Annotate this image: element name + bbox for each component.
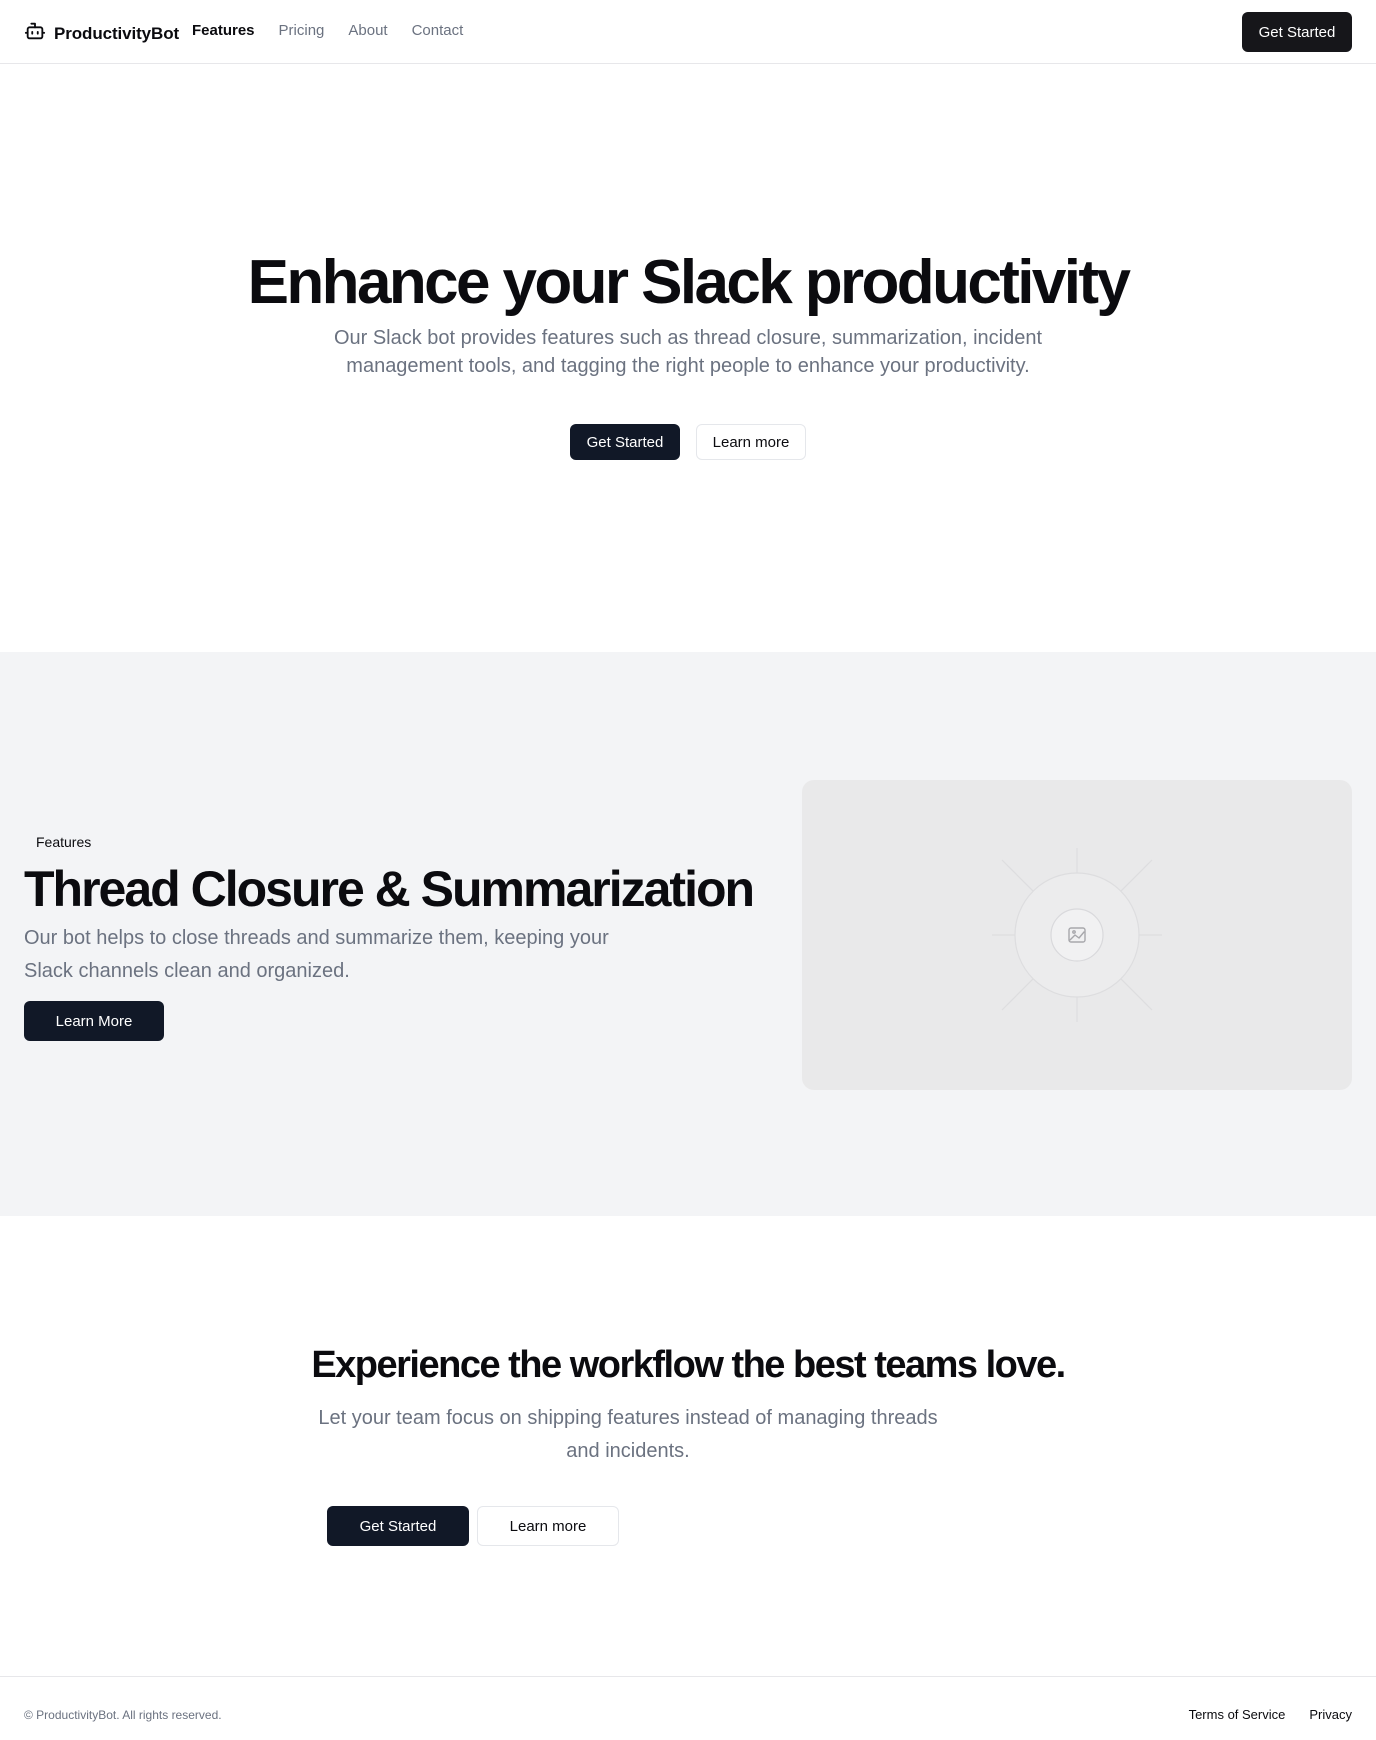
cta-buttons: Get Started Learn more xyxy=(327,1506,619,1546)
bot-icon xyxy=(24,20,46,47)
brand[interactable]: ProductivityBot xyxy=(24,20,179,47)
hero-get-started-button[interactable]: Get Started xyxy=(570,424,680,460)
feature-image-placeholder xyxy=(802,780,1352,1090)
features-section: Features Thread Closure & Summarization … xyxy=(0,652,1376,1216)
main-nav: Features Pricing About Contact xyxy=(192,22,463,39)
hero-title: Enhance your Slack productivity xyxy=(247,248,1131,317)
brand-name: ProductivityBot xyxy=(54,23,180,43)
nav-about[interactable]: About xyxy=(348,22,387,39)
nav-contact[interactable]: Contact xyxy=(412,22,464,39)
features-tag: Features xyxy=(36,834,92,850)
nav-features[interactable]: Features xyxy=(192,22,255,39)
nav-pricing[interactable]: Pricing xyxy=(279,22,325,39)
site-footer: © ProductivityBot. All rights reserved. … xyxy=(0,1676,1376,1740)
site-header: ProductivityBot Features Pricing About C… xyxy=(0,0,1376,64)
cta-get-started-button[interactable]: Get Started xyxy=(327,1506,469,1546)
footer-links: Terms of Service Privacy xyxy=(1189,1707,1352,1722)
footer-link-privacy[interactable]: Privacy xyxy=(1309,1707,1352,1722)
image-placeholder-icon xyxy=(992,848,1162,1022)
footer-link-terms[interactable]: Terms of Service xyxy=(1189,1707,1286,1722)
cta-learn-more-button[interactable]: Learn more xyxy=(477,1506,619,1546)
hero-buttons: Get Started Learn more xyxy=(0,424,1376,460)
cta-subtitle: Let your team focus on shipping features… xyxy=(318,1407,938,1462)
copyright: © ProductivityBot. All rights reserved. xyxy=(24,1708,222,1722)
hero-section: Enhance your Slack productivity Our Slac… xyxy=(0,64,1376,652)
hero-subtitle: Our Slack bot provides features such as … xyxy=(333,327,1043,377)
features-title: Thread Closure & Summarization xyxy=(24,861,755,917)
cta-title: Experience the workflow the best teams l… xyxy=(311,1344,1066,1386)
features-learn-more-button[interactable]: Learn More xyxy=(24,1001,164,1041)
hero-learn-more-button[interactable]: Learn more xyxy=(696,424,806,460)
header-get-started-button[interactable]: Get Started xyxy=(1242,12,1352,52)
features-description: Our bot helps to close threads and summa… xyxy=(24,927,609,982)
cta-section: Experience the workflow the best teams l… xyxy=(0,1216,1376,1676)
